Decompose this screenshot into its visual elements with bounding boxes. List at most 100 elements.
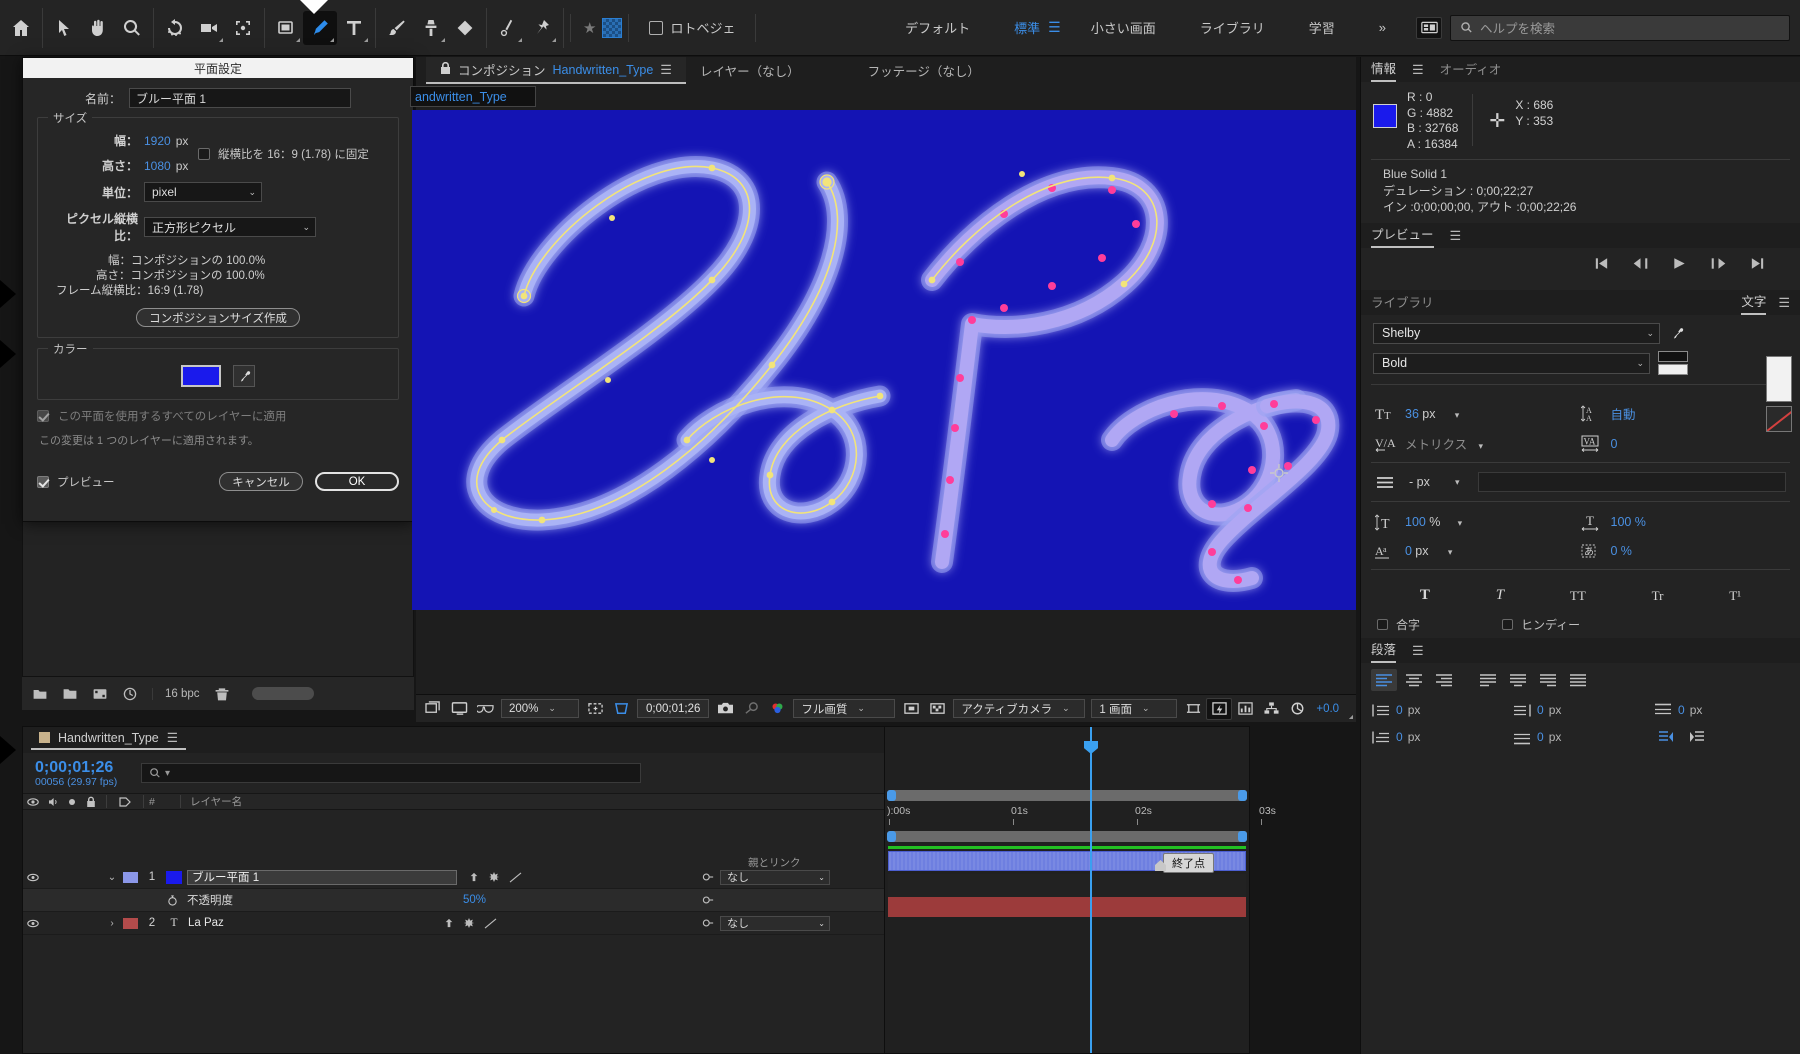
roto-bezier-toggle[interactable]: ロトベジェ [635, 18, 749, 37]
layer-1-label-color[interactable] [123, 872, 138, 883]
timeline-graph-icon[interactable] [1232, 698, 1258, 720]
ok-button[interactable]: OK [315, 472, 399, 491]
toggle-transparency-icon[interactable] [446, 698, 472, 720]
character-panel-menu-icon[interactable]: ☰ [1778, 295, 1790, 311]
tab-character[interactable]: 文字 [1741, 291, 1766, 315]
zoom-tool-icon[interactable] [115, 11, 149, 45]
superscript-icon[interactable]: T¹ [1729, 588, 1741, 604]
first-frame-icon[interactable] [1593, 256, 1610, 271]
puppet-pin-tool-icon[interactable] [525, 11, 559, 45]
next-frame-icon[interactable] [1710, 256, 1727, 271]
col-audio-icon[interactable] [43, 796, 63, 808]
workspace-learn[interactable]: 学習 [1287, 18, 1357, 37]
tab-paragraph[interactable]: 段落 [1371, 639, 1396, 663]
viewer-canvas[interactable] [412, 110, 1356, 610]
layer-2-parent-pick-icon[interactable] [444, 918, 454, 928]
leading-value[interactable]: 自動 [1611, 404, 1787, 423]
layer-2-transform-icon[interactable] [464, 918, 474, 928]
pen-tool-icon[interactable] [303, 11, 337, 45]
snapshot-camera-icon[interactable] [712, 698, 738, 720]
tab-audio[interactable]: オーディオ [1440, 59, 1502, 81]
lock-icon[interactable] [440, 62, 451, 78]
col-solo-icon[interactable] [63, 796, 81, 808]
vertical-scale-value[interactable]: 100 [1405, 515, 1426, 529]
work-area-bar-bottom[interactable] [887, 831, 1247, 842]
layer-1-parent-dropdown[interactable]: なし ⌄ [720, 870, 830, 885]
justify-last-right-icon[interactable] [1535, 669, 1561, 691]
layer-1-parent-pick-icon[interactable] [469, 872, 479, 882]
horizontal-scale-value[interactable]: 100 [1611, 515, 1632, 529]
vertical-scale-caret-icon[interactable]: ▾ [1458, 518, 1463, 528]
align-center-icon[interactable] [1401, 669, 1427, 691]
layer-2-parent-picker-icon[interactable] [702, 917, 714, 929]
font-style-dropdown[interactable]: Bold ⌄ [1373, 353, 1650, 374]
col-label-icon[interactable] [112, 796, 138, 808]
work-area-start-handle-2[interactable] [887, 831, 896, 842]
solid-color-swatch[interactable] [181, 365, 221, 387]
text-no-stroke[interactable] [1766, 406, 1792, 432]
baseline-shift-caret-icon[interactable]: ▾ [1448, 547, 1453, 557]
brush-tool-icon[interactable] [380, 11, 414, 45]
font-size-caret-icon[interactable]: ▾ [1455, 410, 1460, 420]
current-time-indicator-head[interactable] [1084, 741, 1098, 754]
ligature-checkbox[interactable] [1377, 619, 1388, 630]
timeline-menu-icon[interactable]: ☰ [167, 730, 178, 745]
opacity-track[interactable] [888, 874, 1246, 897]
region-toggle-icon[interactable] [898, 698, 924, 720]
layer-2-name[interactable]: La Paz [182, 917, 444, 929]
delete-icon[interactable] [214, 686, 230, 702]
rotation-tool-icon[interactable] [158, 11, 192, 45]
3d-glasses-icon[interactable] [472, 698, 498, 720]
faux-bold-icon[interactable]: T [1420, 587, 1430, 604]
indent-left-field[interactable]: 0 px [1371, 701, 1508, 719]
opacity-stopwatch-icon[interactable] [161, 894, 183, 906]
solid-name-input[interactable]: ブルー平面 1 [129, 88, 351, 108]
timeline-graph-area[interactable]: ):00s 01s 02s 03s 終了点 [884, 727, 1249, 1053]
lock-aspect-checkbox[interactable] [198, 148, 210, 160]
ltr-direction-icon[interactable] [1653, 726, 1679, 748]
preview-checkbox[interactable] [37, 476, 49, 488]
width-value[interactable]: 1920 [144, 134, 171, 148]
font-family-dropdown[interactable]: Shelby ⌄ [1373, 323, 1660, 344]
layer-2-label-color[interactable] [123, 918, 138, 929]
opacity-parent-picker-icon[interactable] [702, 894, 714, 906]
workspace-menu-icon[interactable]: ☰ [1048, 19, 1069, 36]
font-eyedropper-icon[interactable] [1666, 322, 1688, 344]
layer-2-blend-icon[interactable] [484, 918, 497, 929]
tab-info[interactable]: 情報 [1371, 58, 1396, 82]
workspace-overflow-icon[interactable]: » [1357, 20, 1408, 35]
small-caps-icon[interactable]: Tr [1652, 588, 1664, 604]
work-area-end-handle-2[interactable] [1238, 831, 1247, 842]
roto-brush-tool-icon[interactable] [491, 11, 525, 45]
layer-1-parent-picker-icon[interactable] [702, 871, 714, 883]
col-lock-icon[interactable] [81, 796, 101, 808]
justify-last-center-icon[interactable] [1505, 669, 1531, 691]
resolution-icon[interactable] [582, 698, 608, 720]
rtl-direction-icon[interactable] [1684, 726, 1710, 748]
fast-previews-icon[interactable] [1206, 698, 1232, 720]
workspace-libraries[interactable]: ライブラリ [1178, 18, 1287, 37]
stroke-style-dropdown[interactable] [1478, 472, 1786, 492]
flowchart-icon[interactable] [1258, 698, 1284, 720]
layer-2-parent-dropdown[interactable]: なし ⌄ [720, 916, 830, 931]
all-caps-icon[interactable]: TT [1570, 588, 1586, 604]
viewer-menu-icon[interactable]: ☰ [660, 62, 672, 78]
workspace-layout-icon[interactable] [1416, 17, 1442, 39]
text-fill-color[interactable] [1766, 356, 1792, 402]
prev-frame-icon[interactable] [1632, 256, 1649, 271]
faux-italic-icon[interactable]: T [1496, 587, 1504, 604]
favorite-star-icon[interactable]: ★ [577, 19, 602, 37]
tsume-value[interactable]: 0 [1611, 544, 1618, 558]
project-settings-icon[interactable] [122, 686, 138, 702]
space-after-field[interactable]: 0 px [1512, 726, 1649, 748]
current-time-indicator[interactable] [1090, 727, 1092, 1053]
hand-tool-icon[interactable] [81, 11, 115, 45]
eraser-tool-icon[interactable] [448, 11, 482, 45]
last-frame-icon[interactable] [1749, 256, 1766, 271]
eyedropper-icon[interactable] [233, 365, 255, 387]
stroke-color-swatch[interactable] [1658, 364, 1688, 375]
pixel-aspect-dropdown[interactable]: 正方形ピクセル ⌄ [144, 217, 316, 237]
layer-1-expand-icon[interactable]: ⌄ [101, 872, 123, 883]
font-size-value[interactable]: 36 [1405, 407, 1419, 421]
hindi-checkbox[interactable] [1502, 619, 1513, 630]
